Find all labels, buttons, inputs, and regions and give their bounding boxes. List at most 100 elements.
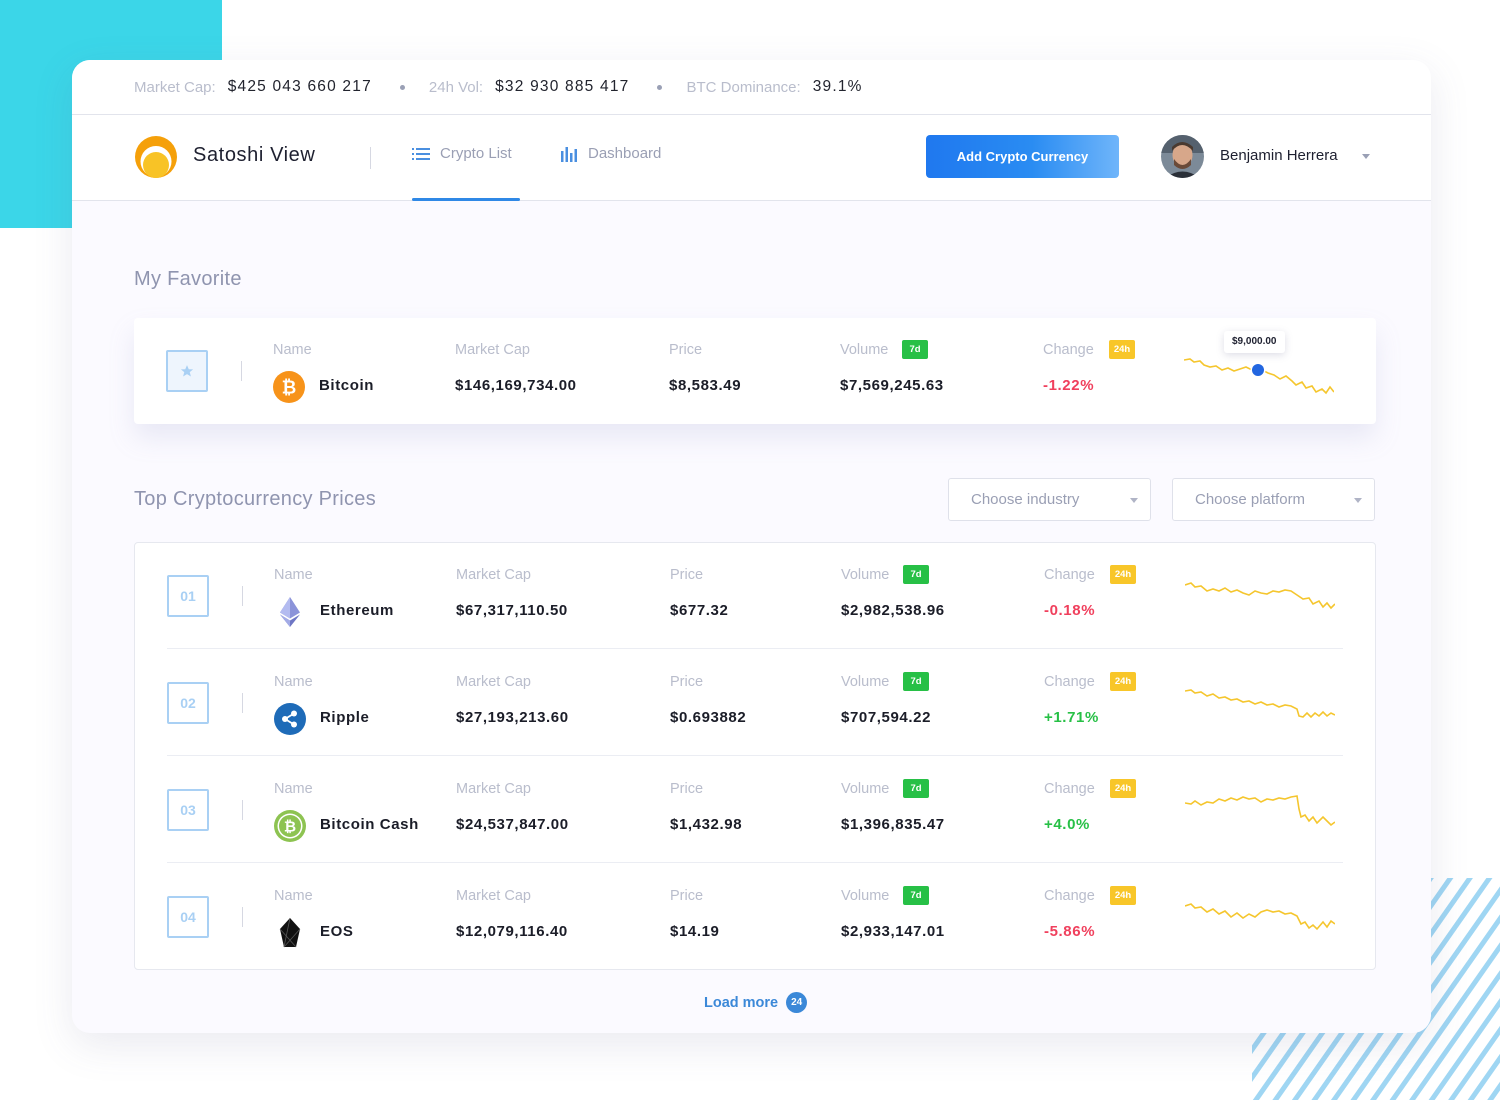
price-value: $677.32: [670, 602, 729, 619]
row-separator: [167, 755, 1343, 756]
coin-name: Ethereum: [320, 602, 394, 619]
row-separator: [167, 648, 1343, 649]
market-stats-bar: Market Cap: $425 043 660 217 24h Vol: $3…: [72, 60, 1431, 115]
change-value: +4.0%: [1044, 816, 1090, 833]
volume-value: $32 930 885 417: [495, 78, 630, 95]
tab-crypto-list-label: Crypto List: [440, 145, 512, 162]
volume-value: $1,396,835.47: [841, 816, 945, 833]
table-row[interactable]: 01 Name Ethereum Market Cap $67,317,110.…: [135, 543, 1375, 649]
coin-name: Bitcoin Cash: [320, 816, 419, 833]
satoshi-view-logo-icon[interactable]: [134, 135, 178, 179]
brand-name[interactable]: Satoshi View: [193, 144, 315, 167]
market-cap-label: Market Cap: [456, 674, 531, 690]
badge-7d: 7d: [903, 672, 929, 691]
price-value: $14.19: [670, 923, 720, 940]
sparkline-chart[interactable]: [1184, 348, 1334, 404]
volume-label: Volume: [840, 342, 889, 358]
load-more-label: Load more: [704, 994, 779, 1011]
industry-select[interactable]: Choose industry: [948, 478, 1151, 521]
badge-7d: 7d: [903, 565, 929, 584]
star-icon: [180, 365, 194, 377]
price-value: $0.693882: [670, 709, 747, 726]
add-crypto-currency-button[interactable]: Add Crypto Currency: [926, 135, 1119, 178]
tab-dashboard[interactable]: Dashboard: [560, 145, 661, 162]
badge-7d: 7d: [902, 340, 928, 359]
badge-24h: 24h: [1110, 886, 1136, 905]
volume-label: Volume: [841, 567, 890, 583]
sparkline-chart[interactable]: [1185, 573, 1335, 629]
market-cap-value: $425 043 660 217: [227, 78, 372, 95]
row-separator: [167, 862, 1343, 863]
svg-text:₿: ₿: [284, 819, 296, 836]
change-value: -5.86%: [1044, 923, 1096, 940]
rank-badge: 02: [167, 682, 209, 724]
volume-label: Volume: [841, 888, 890, 904]
rank-badge: 03: [167, 789, 209, 831]
table-row[interactable]: 03 Name ₿ Bitcoin Cash Market Cap $24,53…: [135, 757, 1375, 863]
badge-24h: 24h: [1110, 672, 1136, 691]
platform-select-placeholder: Choose platform: [1195, 491, 1306, 508]
chevron-down-icon[interactable]: [1362, 154, 1370, 159]
price-value: $1,432.98: [670, 816, 743, 833]
row-divider: [241, 361, 242, 381]
bitcoin-cash-icon: ₿: [274, 810, 306, 842]
change-label: Change: [1043, 342, 1094, 358]
user-avatar[interactable]: [1161, 135, 1204, 178]
list-icon: [412, 147, 430, 160]
change-label: Change: [1044, 781, 1095, 797]
change-value: -0.18%: [1044, 602, 1096, 619]
sparkline-chart[interactable]: [1185, 787, 1335, 843]
chevron-down-icon: [1130, 498, 1138, 503]
market-cap-value: $27,193,213.60: [456, 709, 569, 726]
change-label: Change: [1044, 888, 1095, 904]
rank-badge: 04: [167, 896, 209, 938]
btc-dominance-label: BTC Dominance:: [686, 78, 801, 96]
my-favorite-heading: My Favorite: [134, 268, 242, 290]
volume-label: Volume: [841, 674, 890, 690]
badge-7d: 7d: [903, 886, 929, 905]
rank-badge: 01: [167, 575, 209, 617]
volume-value: $2,982,538.96: [841, 602, 945, 619]
chevron-down-icon: [1354, 498, 1362, 503]
btc-dominance-value: 39.1%: [812, 78, 863, 95]
nav-divider: [370, 147, 371, 169]
row-divider: [242, 800, 243, 820]
volume-label: Volume: [841, 781, 890, 797]
price-label: Price: [670, 888, 704, 904]
volume-value: $707,594.22: [841, 709, 932, 726]
price-label: Price: [670, 781, 704, 797]
coin-name: Ripple: [320, 709, 370, 726]
table-row[interactable]: 02 Name Ripple Market Cap $27,193,213.60…: [135, 650, 1375, 756]
sparkline-chart[interactable]: [1185, 894, 1335, 950]
platform-select[interactable]: Choose platform: [1172, 478, 1375, 521]
market-cap-value: $67,317,110.50: [456, 602, 568, 619]
tab-crypto-list[interactable]: Crypto List: [412, 145, 512, 162]
badge-24h: 24h: [1109, 340, 1135, 359]
sparkline-chart[interactable]: [1185, 680, 1335, 736]
price-label: Price: [669, 342, 703, 358]
change-label: Change: [1044, 674, 1095, 690]
market-cap-label: Market Cap: [456, 888, 531, 904]
change-value: +1.71%: [1044, 709, 1099, 726]
active-tab-indicator: [412, 198, 520, 201]
load-more-count: 24: [786, 992, 808, 1013]
price-value: $8,583.49: [669, 377, 742, 394]
row-divider: [242, 907, 243, 927]
user-name[interactable]: Benjamin Herrera: [1220, 147, 1338, 164]
market-cap-value: $146,169,734.00: [455, 377, 577, 394]
volume-label: 24h Vol:: [428, 78, 484, 96]
name-label: Name: [274, 888, 313, 904]
price-label: Price: [670, 567, 704, 583]
app-window: Market Cap: $425 043 660 217 24h Vol: $3…: [72, 60, 1431, 1033]
favorite-star-toggle[interactable]: [166, 350, 208, 392]
badge-7d: 7d: [903, 779, 929, 798]
eos-icon: [279, 917, 301, 948]
table-row[interactable]: 04 Name EOS Market Cap $12,079,116.40 Pr…: [135, 864, 1375, 970]
market-cap-label: Market Cap: [456, 781, 531, 797]
bar-chart-icon: [561, 146, 577, 162]
name-label: Name: [274, 781, 313, 797]
load-more-button[interactable]: Load more 24: [704, 992, 808, 1013]
market-cap-label: Market Cap:: [134, 78, 216, 96]
row-divider: [242, 586, 243, 606]
favorite-row[interactable]: Name ₿ Bitcoin Market Cap $146,169,734.0…: [134, 318, 1376, 424]
